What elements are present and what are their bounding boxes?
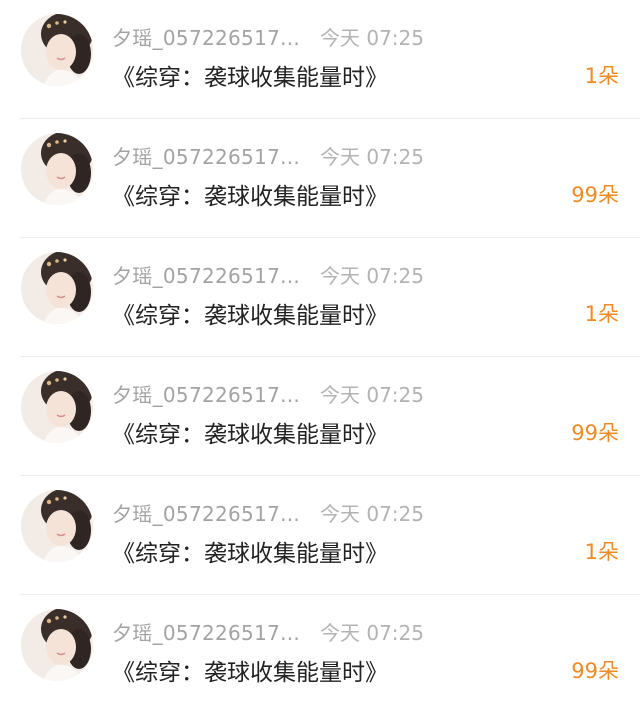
username[interactable]: 夕瑶_057226517... [112, 379, 300, 408]
avatar[interactable] [21, 490, 93, 562]
book-title[interactable]: 《综穿：袭球收集能量时》 [112, 653, 388, 687]
user-avatar-icon [21, 490, 93, 562]
flower-count: 99朵 [571, 421, 619, 445]
user-avatar-icon [21, 371, 93, 443]
book-title[interactable]: 《综穿：袭球收集能量时》 [112, 177, 388, 211]
list-item[interactable]: 夕瑶_057226517... 今天 07:25 《综穿：袭球收集能量时》 99… [0, 357, 640, 476]
username[interactable]: 夕瑶_057226517... [112, 617, 300, 646]
flower-count: 99朵 [571, 183, 619, 207]
timestamp: 今天 07:25 [320, 383, 424, 407]
list-item[interactable]: 夕瑶_057226517... 今天 07:25 《综穿：袭球收集能量时》 99… [0, 595, 640, 714]
list-item[interactable]: 夕瑶_057226517... 今天 07:25 《综穿：袭球收集能量时》 99… [0, 119, 640, 238]
user-avatar-icon [21, 252, 93, 324]
list-item[interactable]: 夕瑶_057226517... 今天 07:25 《综穿：袭球收集能量时》 1朵 [0, 0, 640, 119]
book-title[interactable]: 《综穿：袭球收集能量时》 [112, 58, 388, 92]
timestamp: 今天 07:25 [320, 26, 424, 50]
username[interactable]: 夕瑶_057226517... [112, 260, 300, 289]
user-avatar-icon [21, 609, 93, 681]
avatar[interactable] [21, 371, 93, 443]
flower-count: 1朵 [584, 64, 619, 88]
flower-count: 1朵 [584, 540, 619, 564]
flower-count: 99朵 [571, 659, 619, 683]
timestamp: 今天 07:25 [320, 264, 424, 288]
user-avatar-icon [21, 133, 93, 205]
book-title[interactable]: 《综穿：袭球收集能量时》 [112, 534, 388, 568]
avatar[interactable] [21, 609, 93, 681]
avatar[interactable] [21, 133, 93, 205]
avatar[interactable] [21, 14, 93, 86]
book-title[interactable]: 《综穿：袭球收集能量时》 [112, 415, 388, 449]
timestamp: 今天 07:25 [320, 145, 424, 169]
list-item[interactable]: 夕瑶_057226517... 今天 07:25 《综穿：袭球收集能量时》 1朵 [0, 476, 640, 595]
timestamp: 今天 07:25 [320, 502, 424, 526]
timestamp: 今天 07:25 [320, 621, 424, 645]
book-title[interactable]: 《综穿：袭球收集能量时》 [112, 296, 388, 330]
username[interactable]: 夕瑶_057226517... [112, 141, 300, 170]
list-item[interactable]: 夕瑶_057226517... 今天 07:25 《综穿：袭球收集能量时》 1朵 [0, 238, 640, 357]
gift-record-list: 夕瑶_057226517... 今天 07:25 《综穿：袭球收集能量时》 1朵… [0, 0, 640, 716]
flower-count: 1朵 [584, 302, 619, 326]
avatar[interactable] [21, 252, 93, 324]
username[interactable]: 夕瑶_057226517... [112, 498, 300, 527]
user-avatar-icon [21, 14, 93, 86]
username[interactable]: 夕瑶_057226517... [112, 22, 300, 51]
